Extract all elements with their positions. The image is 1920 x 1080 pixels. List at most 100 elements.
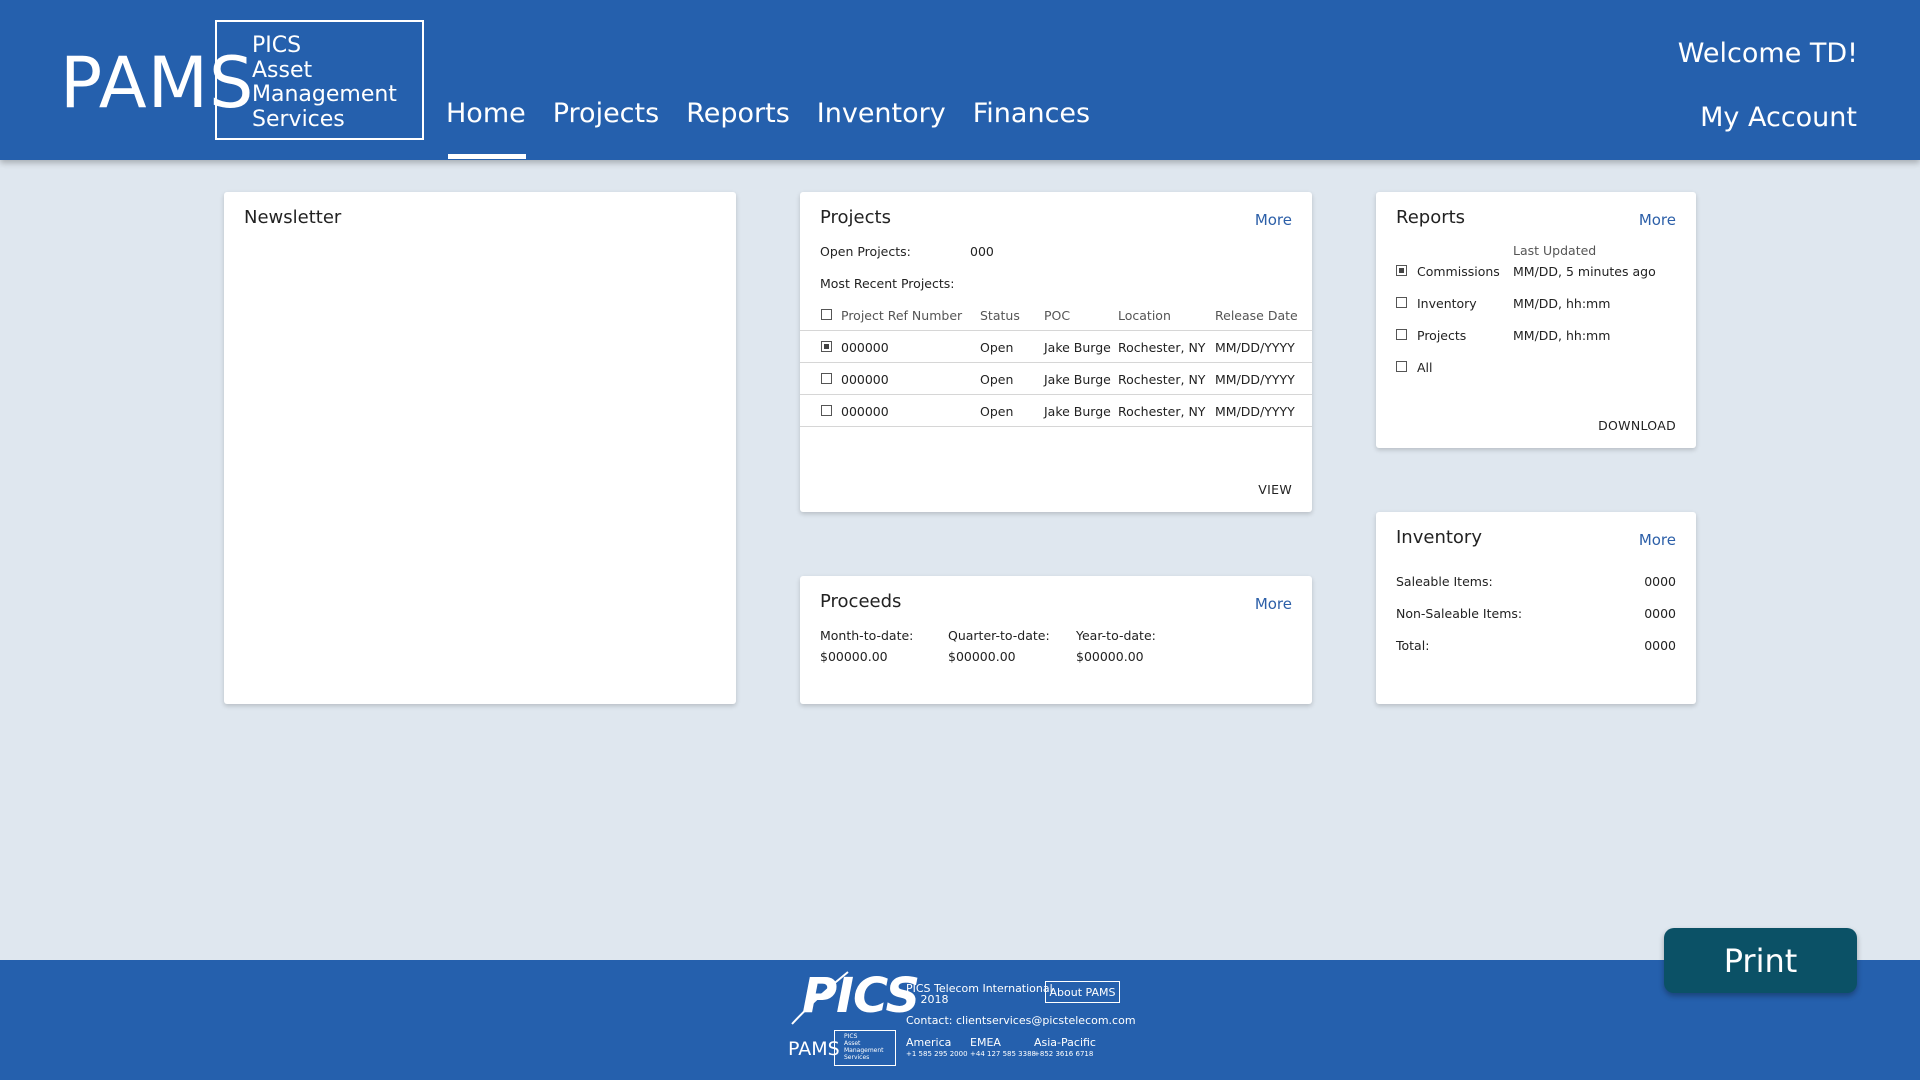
projects-card: Projects More Open Projects: 000 Most Re… (800, 192, 1312, 512)
row-date: MM/DD/YYYY (1215, 340, 1295, 355)
region-phone: +852 3616 6718 (1034, 1050, 1094, 1058)
inventory-title: Inventory (1396, 527, 1482, 548)
row-ref[interactable]: 000000 (841, 372, 889, 387)
inventory-label: Saleable Items: (1396, 574, 1493, 589)
report-label: Projects (1417, 328, 1467, 343)
row-poc: Jake Burge (1044, 372, 1111, 387)
row-checkbox[interactable] (821, 341, 832, 352)
inventory-more-link[interactable]: More (1639, 531, 1676, 549)
proceeds-label: Year-to-date: (1076, 628, 1156, 643)
brand-box-line: PICS (252, 33, 302, 58)
nav-home[interactable]: Home (446, 98, 526, 159)
proceeds-value: $00000.00 (1076, 649, 1144, 664)
col-header-status: Status (980, 308, 1020, 323)
footer-contact[interactable]: Contact: clientservices@picstelecom.com (906, 1014, 1136, 1027)
reports-card: Reports More Last Updated Commissions MM… (1376, 192, 1696, 448)
region-phone: +44 127 585 3388 (970, 1050, 1036, 1058)
brand-box-line: Management (252, 82, 397, 107)
row-location: Rochester, NY (1118, 340, 1206, 355)
inventory-label: Total: (1396, 638, 1430, 653)
region-name: EMEA (970, 1036, 1001, 1049)
proceeds-value: $00000.00 (948, 649, 1016, 664)
region-name: Asia-Pacific (1034, 1036, 1096, 1049)
table-divider (800, 330, 1312, 331)
row-checkbox[interactable] (821, 405, 832, 416)
footer-pams-box-line: PICS (844, 1033, 858, 1040)
report-updated: MM/DD, hh:mm (1513, 328, 1611, 343)
row-location: Rochester, NY (1118, 404, 1206, 419)
col-header-ref: Project Ref Number (841, 308, 963, 323)
row-location: Rochester, NY (1118, 372, 1206, 387)
brand-logo-box: PICS Asset Management Services (215, 20, 424, 140)
report-checkbox[interactable] (1396, 329, 1407, 340)
report-updated: MM/DD, 5 minutes ago (1513, 264, 1656, 279)
region-phone: +1 585 295 2000 (906, 1050, 968, 1058)
inventory-value: 0000 (1644, 574, 1676, 589)
footer-pams-box-line: Management (844, 1047, 884, 1054)
table-divider (800, 394, 1312, 395)
nav-reports[interactable]: Reports (686, 98, 790, 129)
inventory-card: Inventory More Saleable Items: 0000 Non-… (1376, 512, 1696, 704)
brand-box-line: Services (252, 106, 345, 132)
recent-projects-label: Most Recent Projects: (820, 276, 955, 291)
my-account-link[interactable]: My Account (1700, 102, 1857, 133)
nav-projects[interactable]: Projects (553, 98, 659, 129)
footer-pams-box: PICS Asset Management Services (834, 1030, 896, 1066)
col-header-poc: POC (1044, 308, 1071, 323)
report-checkbox[interactable] (1396, 265, 1407, 276)
proceeds-title: Proceeds (820, 591, 902, 612)
report-label: All (1417, 360, 1433, 375)
view-projects-button[interactable]: VIEW (1258, 482, 1292, 497)
welcome-message: Welcome TD! (1677, 38, 1858, 69)
report-checkbox[interactable] (1396, 361, 1407, 372)
table-divider (800, 426, 1312, 427)
main-nav: Home Projects Reports Inventory Finances (446, 98, 1117, 159)
top-header: PAMS PICS Asset Management Services Home… (0, 0, 1920, 160)
projects-title: Projects (820, 207, 891, 228)
inventory-value: 0000 (1644, 638, 1676, 653)
col-header-location: Location (1118, 308, 1171, 323)
report-label: Inventory (1417, 296, 1477, 311)
proceeds-label: Quarter-to-date: (948, 628, 1050, 643)
proceeds-value: $00000.00 (820, 649, 888, 664)
reports-title: Reports (1396, 207, 1466, 228)
pics-logo-text: PICS (802, 968, 920, 1024)
select-all-checkbox[interactable] (821, 309, 832, 320)
print-button[interactable]: Print (1664, 928, 1857, 993)
row-poc: Jake Burge (1044, 340, 1111, 355)
newsletter-card: Newsletter (224, 192, 736, 704)
row-ref[interactable]: 000000 (841, 404, 889, 419)
nav-inventory[interactable]: Inventory (817, 98, 946, 129)
projects-more-link[interactable]: More (1255, 211, 1292, 229)
brand-box-line: Asset (252, 57, 313, 83)
col-header-release-date: Release Date (1215, 308, 1298, 323)
row-status: Open (980, 404, 1014, 419)
footer-pams-logo: PAMS (788, 1038, 840, 1060)
proceeds-more-link[interactable]: More (1255, 595, 1292, 613)
footer-pams-box-line: Asset (844, 1040, 861, 1047)
row-date: MM/DD/YYYY (1215, 372, 1295, 387)
report-updated: MM/DD, hh:mm (1513, 296, 1611, 311)
about-pams-button[interactable]: About PAMS (1045, 981, 1120, 1003)
report-checkbox[interactable] (1396, 297, 1407, 308)
row-status: Open (980, 340, 1014, 355)
row-ref[interactable]: 000000 (841, 340, 889, 355)
region-name: America (906, 1036, 952, 1049)
row-status: Open (980, 372, 1014, 387)
proceeds-label: Month-to-date: (820, 628, 914, 643)
row-poc: Jake Burge (1044, 404, 1111, 419)
row-date: MM/DD/YYYY (1215, 404, 1295, 419)
reports-more-link[interactable]: More (1639, 211, 1676, 229)
report-label: Commissions (1417, 264, 1500, 279)
footer-pams-box-line: Services (844, 1054, 870, 1061)
nav-finances[interactable]: Finances (973, 98, 1090, 129)
footer-copyright: © 2018 (906, 993, 949, 1006)
table-divider (800, 362, 1312, 363)
download-reports-button[interactable]: DOWNLOAD (1598, 418, 1676, 433)
proceeds-card: Proceeds More Month-to-date: $00000.00 Q… (800, 576, 1312, 704)
last-updated-header: Last Updated (1513, 243, 1597, 258)
inventory-label: Non-Saleable Items: (1396, 606, 1523, 621)
row-checkbox[interactable] (821, 373, 832, 384)
inventory-value: 0000 (1644, 606, 1676, 621)
open-projects-label: Open Projects: (820, 244, 911, 259)
